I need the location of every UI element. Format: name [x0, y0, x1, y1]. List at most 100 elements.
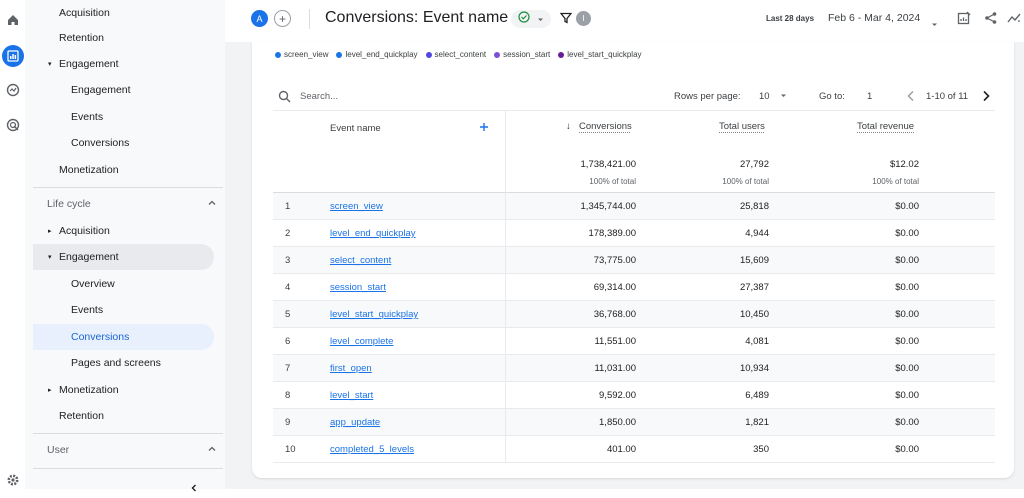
column-divider	[505, 220, 506, 247]
search-placeholder: Search...	[300, 90, 339, 102]
settings-gear-icon[interactable]	[3, 470, 23, 490]
lifecycle-section-header[interactable]: Life cycle	[33, 191, 223, 217]
cell-total-revenue: $0.00	[895, 282, 919, 293]
date-range-picker[interactable]: Feb 6 - Mar 4, 2024	[828, 12, 920, 24]
table-row[interactable]: 2 level_end_quickplay 178,389.00 4,944 $0.00	[273, 220, 995, 247]
next-page-icon[interactable]	[981, 82, 991, 110]
date-dropdown-arrow-icon[interactable]	[931, 15, 938, 33]
user-section-header[interactable]: User	[33, 437, 223, 463]
event-name-link[interactable]: level_start_quickplay	[330, 309, 418, 320]
nav-lc-monetization[interactable]: ▸ Monetization	[33, 377, 223, 403]
table-row[interactable]: 9 app_update 1,850.00 1,821 $0.00	[273, 409, 995, 436]
share-icon[interactable]	[984, 11, 998, 30]
reports-icon[interactable]	[2, 45, 24, 67]
table-row[interactable]: 1 screen_view 1,345,744.00 25,818 $0.00	[273, 193, 995, 220]
event-name-link[interactable]: completed_5_levels	[330, 444, 414, 455]
page-title: Conversions: Event name	[325, 9, 509, 26]
customize-report-icon[interactable]	[957, 11, 971, 30]
home-icon[interactable]	[3, 10, 23, 30]
nav-lc-overview[interactable]: Overview	[33, 271, 223, 297]
cell-conversions: 401.00	[606, 444, 636, 455]
nav-lc-events[interactable]: Events	[33, 297, 223, 323]
total-revenue: $12.02	[889, 159, 919, 170]
filter-icon[interactable]	[559, 11, 573, 29]
nav-divider	[33, 187, 223, 188]
goto-input[interactable]: 1	[867, 82, 872, 110]
cell-total-users: 1,821	[745, 417, 769, 428]
cell-total-revenue: $0.00	[895, 255, 919, 266]
nav-engagement-engagement[interactable]: Engagement	[33, 77, 223, 103]
event-name-link[interactable]: level_start	[330, 390, 373, 401]
rows-per-page-label: Rows per page:	[674, 90, 741, 102]
legend-item[interactable]: level_start_quickplay	[558, 50, 642, 59]
legend-label: level_end_quickplay	[345, 50, 418, 59]
filter-badge[interactable]: I	[576, 11, 591, 26]
event-name-link[interactable]: session_start	[330, 282, 386, 293]
table-row[interactable]: 4 session_start 69,314.00 27,387 $0.00	[273, 274, 995, 301]
nav-acquisition[interactable]: Acquisition	[33, 0, 223, 26]
col-header-conversions[interactable]: Conversions	[579, 121, 632, 132]
insights-icon[interactable]	[1007, 11, 1021, 30]
rows-per-page-value: 10	[759, 90, 770, 102]
search-icon[interactable]	[278, 82, 291, 110]
cell-total-revenue: $0.00	[895, 228, 919, 239]
cell-total-users: 4,081	[745, 336, 769, 347]
nav-lc-engagement[interactable]: ▾ Engagement	[33, 244, 214, 270]
legend-item[interactable]: session_start	[494, 50, 550, 59]
goto-label: Go to:	[819, 90, 845, 102]
sort-desc-icon[interactable]: ↓	[566, 121, 571, 132]
cell-total-users: 6,489	[745, 390, 769, 401]
legend-item[interactable]: screen_view	[275, 50, 328, 59]
add-comparison-button[interactable]: +	[274, 10, 291, 27]
event-name-link[interactable]: screen_view	[330, 201, 383, 212]
add-dimension-icon[interactable]	[479, 122, 489, 135]
table-row[interactable]: 8 level_start 9,592.00 6,489 $0.00	[273, 382, 995, 409]
nav-engagement-events[interactable]: Events	[33, 104, 223, 130]
nav-label: Acquisition	[59, 225, 110, 237]
cell-conversions: 9,592.00	[599, 390, 636, 401]
advertising-icon[interactable]	[3, 115, 23, 135]
nav-lc-acquisition[interactable]: ▸ Acquisition	[33, 218, 223, 244]
prev-page-icon[interactable]	[906, 82, 916, 110]
collapse-nav-icon[interactable]	[189, 480, 199, 498]
column-divider	[505, 382, 506, 409]
table-row[interactable]: 3 select_content 73,775.00 15,609 $0.00	[273, 247, 995, 274]
table-row[interactable]: 6 level_complete 11,551.00 4,081 $0.00	[273, 328, 995, 355]
event-name-link[interactable]: level_complete	[330, 336, 393, 347]
legend-item[interactable]: level_end_quickplay	[336, 50, 418, 59]
search-input[interactable]: Search...	[300, 82, 600, 110]
event-name-link[interactable]: first_open	[330, 363, 372, 374]
event-name-link[interactable]: level_end_quickplay	[330, 228, 416, 239]
event-name-link[interactable]: app_update	[330, 417, 380, 428]
icon-rail	[0, 0, 25, 489]
nav-engagement-conversions[interactable]: Conversions	[33, 130, 223, 156]
table-row[interactable]: 7 first_open 11,031.00 10,934 $0.00	[273, 355, 995, 382]
col-header-event-name[interactable]: Event name	[330, 123, 381, 134]
title-status-dropdown[interactable]	[511, 10, 551, 28]
legend-label: screen_view	[284, 50, 329, 59]
nav-lc-retention[interactable]: Retention	[33, 403, 223, 429]
row-number: 9	[285, 417, 291, 428]
cell-total-users: 350	[753, 444, 769, 455]
comparison-avatar[interactable]: A	[251, 10, 268, 27]
col-header-total-users[interactable]: Total users	[719, 121, 765, 132]
total-users-pct: 100% of total	[722, 177, 769, 186]
nav-retention[interactable]: Retention	[33, 25, 223, 51]
table-row[interactable]: 5 level_start_quickplay 36,768.00 10,450 $0.…	[273, 301, 995, 328]
nav-label: Overview	[71, 278, 115, 290]
table-row[interactable]: 10 completed_5_levels 401.00 350 $0.00	[273, 436, 995, 463]
cell-conversions: 1,850.00	[599, 417, 636, 428]
dropdown-arrow-icon	[780, 91, 787, 102]
cell-total-revenue: $0.00	[895, 390, 919, 401]
explore-icon[interactable]	[3, 80, 23, 100]
legend-item[interactable]: select_content	[425, 50, 486, 59]
nav-lc-pages-screens[interactable]: Pages and screens	[33, 350, 223, 376]
nav-monetization[interactable]: Monetization	[33, 157, 223, 183]
report-nav: Acquisition Retention ▾ Engagement Engage…	[25, 0, 225, 492]
nav-lc-conversions[interactable]: Conversions	[33, 324, 214, 350]
rows-per-page-select[interactable]: 10	[759, 82, 787, 110]
nav-engagement[interactable]: ▾ Engagement	[33, 51, 223, 77]
cell-total-users: 15,609	[739, 255, 769, 266]
col-header-total-revenue[interactable]: Total revenue	[857, 121, 914, 132]
event-name-link[interactable]: select_content	[330, 255, 391, 266]
